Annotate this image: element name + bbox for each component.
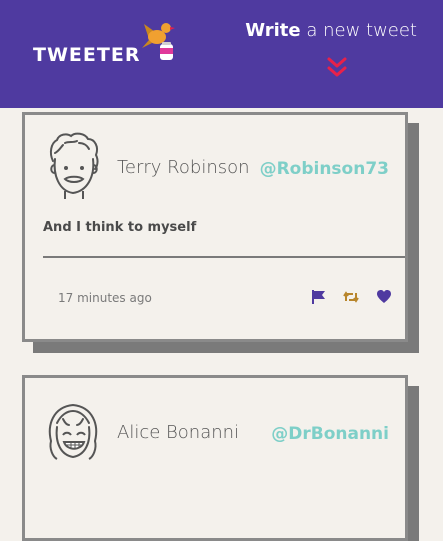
app-header: TWEETER Write a new tweet [0,0,443,108]
author-handle[interactable]: @Robinson73 [260,159,389,179]
bird-mascot-icon [142,23,175,60]
double-chevron-down-icon[interactable] [326,56,348,80]
retweet-icon[interactable] [343,289,359,305]
flag-icon[interactable] [311,289,327,305]
female-avatar-icon [48,403,98,460]
author-handle[interactable]: @DrBonanni [271,424,389,444]
tweet-divider [43,256,405,258]
tweet-card: Terry Robinson @Robinson73 And I think t… [22,112,408,342]
app-logo[interactable]: TWEETER [33,44,140,66]
male-avatar-icon [49,132,99,199]
tweet-content: And I think to myself [43,220,197,235]
author-name: Alice Bonanni [117,422,240,443]
write-label-bold: Write [245,20,301,41]
heart-icon[interactable] [376,289,392,305]
write-label-rest: a new tweet [300,20,417,41]
author-name: Terry Robinson [117,157,250,178]
write-new-tweet-link[interactable]: Write a new tweet [245,20,417,41]
tweet-card: Alice Bonanni @DrBonanni [22,375,408,541]
tweet-timestamp: 17 minutes ago [58,291,152,305]
